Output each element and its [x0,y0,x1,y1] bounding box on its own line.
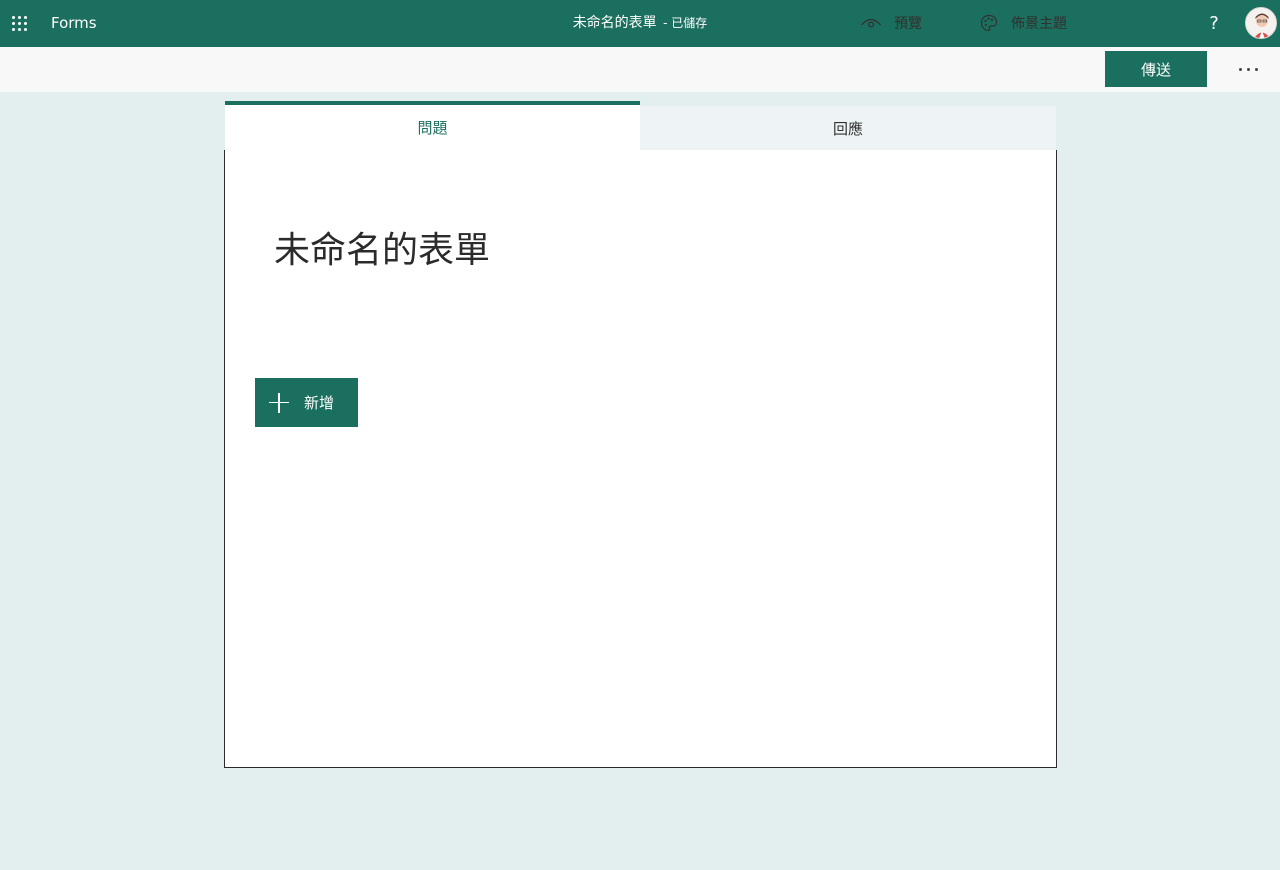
saved-status: - 已儲存 [663,16,708,30]
tab-responses[interactable]: 回應 [640,106,1056,150]
tab-questions[interactable]: 問題 [225,101,640,150]
avatar-image [1246,8,1276,38]
preview-button[interactable]: 預覽 [860,0,922,45]
command-bar [0,47,1280,92]
palette-icon [980,14,998,31]
theme-button[interactable]: 佈景主題 [979,0,1067,45]
help-icon[interactable]: ? [1200,0,1228,47]
add-question-label: 新增 [304,394,335,412]
theme-label: 佈景主題 [1011,15,1067,32]
plus-icon [269,392,289,413]
document-title-text: 未命名的表單 [572,15,657,31]
avatar[interactable] [1245,7,1277,39]
preview-label: 預覽 [894,15,922,32]
form-title[interactable]: 未命名的表單 [274,226,490,276]
add-question-button[interactable]: 新增 [255,378,358,427]
document-title: 未命名的表單 - 已儲存 [0,14,1280,32]
more-options-icon[interactable] [1232,47,1264,92]
send-button[interactable]: 傳送 [1105,51,1207,87]
form-card: 未命名的表單 新增 [224,150,1057,768]
eye-icon [861,18,881,28]
top-bar: Forms 未命名的表單 - 已儲存 ? [0,0,1280,47]
